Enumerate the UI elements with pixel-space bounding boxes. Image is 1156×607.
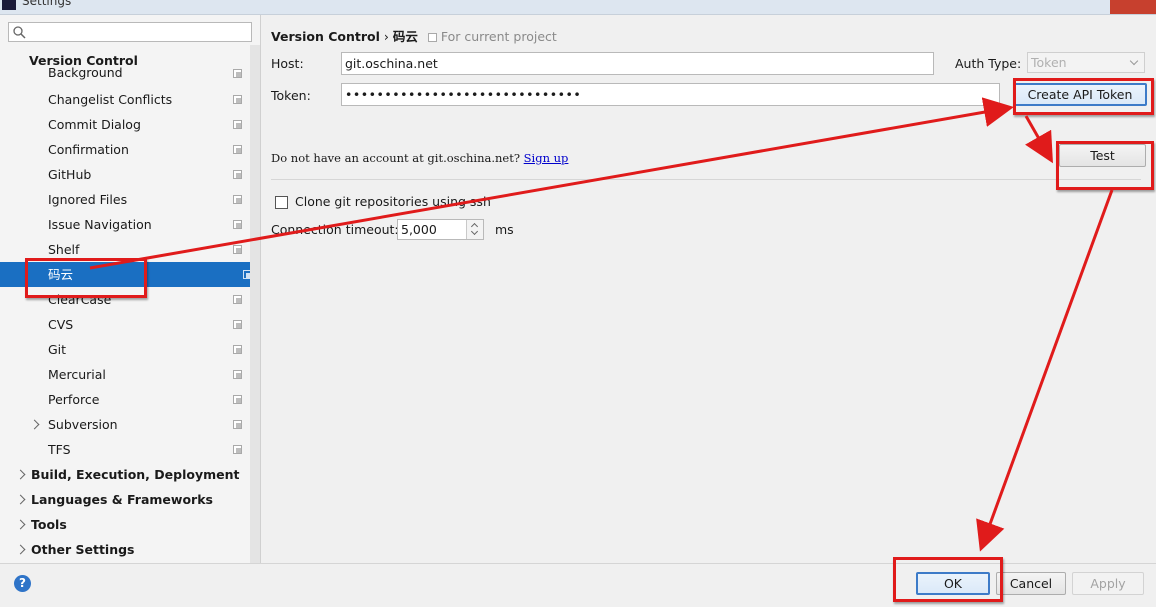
tree-section-languages-frameworks[interactable]: Languages & Frameworks	[0, 487, 250, 512]
auth-type-select[interactable]: Token	[1027, 52, 1145, 73]
token-label: Token:	[271, 88, 311, 103]
sidebar-item-label: Confirmation	[48, 142, 129, 157]
connection-timeout-label: Connection timeout:	[271, 222, 399, 237]
signup-link[interactable]: Sign up	[524, 151, 569, 165]
sidebar-item-label: Mercurial	[48, 367, 106, 382]
sidebar-item-changelist-conflicts[interactable]: Changelist Conflicts	[0, 87, 250, 112]
project-scope-icon	[233, 370, 242, 379]
sidebar-item-label: Issue Navigation	[48, 217, 152, 232]
chevron-right-icon	[15, 494, 26, 505]
divider	[271, 179, 1141, 180]
sidebar-item-label: Subversion	[48, 417, 118, 432]
sidebar-item-label: Background	[48, 65, 123, 80]
annotation-box-ok	[893, 557, 1003, 602]
sidebar-item-confirmation[interactable]: Confirmation	[0, 137, 250, 162]
cancel-button[interactable]: Cancel	[996, 572, 1066, 595]
close-window-button[interactable]	[1110, 0, 1156, 14]
sidebar-item-tfs[interactable]: TFS	[0, 437, 250, 462]
sidebar-item-mercurial[interactable]: Mercurial	[0, 362, 250, 387]
sidebar-item-label: Perforce	[48, 392, 100, 407]
spinner-arrows[interactable]	[466, 220, 483, 239]
tree-section-label: Other Settings	[31, 542, 135, 557]
host-label: Host:	[271, 56, 304, 71]
project-scope-icon	[233, 170, 242, 179]
host-input[interactable]: git.oschina.net	[341, 52, 934, 75]
project-scope-icon	[233, 395, 242, 404]
chevron-down-icon[interactable]	[470, 227, 479, 236]
search-icon	[13, 26, 26, 39]
chevron-right-icon[interactable]	[29, 419, 40, 430]
connection-timeout-spinner[interactable]: 5,000	[397, 219, 484, 240]
project-scope-icon	[233, 320, 242, 329]
sidebar-item-label: Changelist Conflicts	[48, 92, 173, 107]
sidebar-item-git[interactable]: Git	[0, 337, 250, 362]
project-scope-icon	[233, 195, 242, 204]
auth-type-label: Auth Type:	[955, 56, 1022, 71]
project-scope-icon	[233, 445, 242, 454]
sidebar-item-cvs[interactable]: CVS	[0, 312, 250, 337]
sidebar-item-background[interactable]: Background	[0, 63, 250, 83]
project-scope-icon	[233, 295, 242, 304]
sidebar-item-github[interactable]: GitHub	[0, 162, 250, 187]
help-icon[interactable]: ?	[14, 575, 31, 592]
signup-text: Do not have an account at git.oschina.ne…	[271, 151, 521, 165]
chevron-down-icon	[1129, 56, 1139, 66]
apply-button[interactable]: Apply	[1072, 572, 1144, 595]
sidebar-item-perforce[interactable]: Perforce	[0, 387, 250, 412]
tree-section-label: Build, Execution, Deployment	[31, 467, 240, 482]
chevron-right-icon	[15, 519, 26, 530]
sidebar-item-subversion[interactable]: Subversion	[0, 412, 250, 437]
project-scope-icon	[233, 245, 242, 254]
token-input[interactable]: ••••••••••••••••••••••••••••••	[341, 83, 1000, 106]
scope-note: For current project	[440, 29, 557, 44]
breadcrumb-current: 码云	[392, 29, 418, 44]
project-scope-icon	[233, 95, 242, 104]
settings-search-input[interactable]	[8, 22, 252, 42]
chevron-right-icon	[15, 544, 26, 555]
timeout-unit: ms	[495, 222, 514, 237]
app-icon	[2, 0, 16, 10]
sidebar-item-label: Git	[48, 342, 67, 357]
annotation-box-create-token	[1013, 78, 1154, 115]
tree-section-build-execution-deployment[interactable]: Build, Execution, Deployment	[0, 462, 250, 487]
annotation-box-test	[1056, 141, 1154, 190]
project-scope-icon	[233, 120, 242, 129]
breadcrumb-separator: ›	[383, 29, 389, 44]
auth-type-value: Token	[1031, 55, 1067, 70]
project-scope-icon	[233, 220, 242, 229]
project-scope-icon	[233, 345, 242, 354]
tree-section-other-settings[interactable]: Other Settings	[0, 537, 250, 562]
sidebar-item-commit-dialog[interactable]: Commit Dialog	[0, 112, 250, 137]
window-title-bar: Settings	[0, 0, 1156, 15]
breadcrumb-parent: Version Control	[271, 29, 380, 44]
tree-section-label: Languages & Frameworks	[31, 492, 213, 507]
clone-ssh-label[interactable]: Clone git repositories using ssh	[295, 194, 491, 209]
window-title: Settings	[22, 0, 72, 8]
sidebar-item-label: Commit Dialog	[48, 117, 141, 132]
sidebar-item-label: Ignored Files	[48, 192, 128, 207]
project-scope-icon	[233, 420, 242, 429]
chevron-right-icon	[15, 469, 26, 480]
timeout-value: 5,000	[401, 222, 437, 237]
sidebar-item-issue-navigation[interactable]: Issue Navigation	[0, 212, 250, 237]
tree-section-label: Tools	[31, 517, 67, 532]
project-scope-icon	[427, 33, 437, 42]
sidebar-item-label: TFS	[48, 442, 71, 457]
annotation-box-mayun	[25, 258, 147, 298]
project-scope-icon	[233, 145, 242, 154]
breadcrumb: Version Control › 码云 For current project	[271, 26, 557, 45]
sidebar-item-label: CVS	[48, 317, 74, 332]
clone-ssh-checkbox[interactable]	[275, 196, 288, 209]
sidebar-item-ignored-files[interactable]: Ignored Files	[0, 187, 250, 212]
sidebar-scrollbar[interactable]	[250, 45, 260, 563]
sidebar-item-label: GitHub	[48, 167, 92, 182]
tree-section-tools[interactable]: Tools	[0, 512, 250, 537]
signup-prompt: Do not have an account at git.oschina.ne…	[271, 151, 568, 165]
project-scope-icon	[233, 69, 242, 78]
